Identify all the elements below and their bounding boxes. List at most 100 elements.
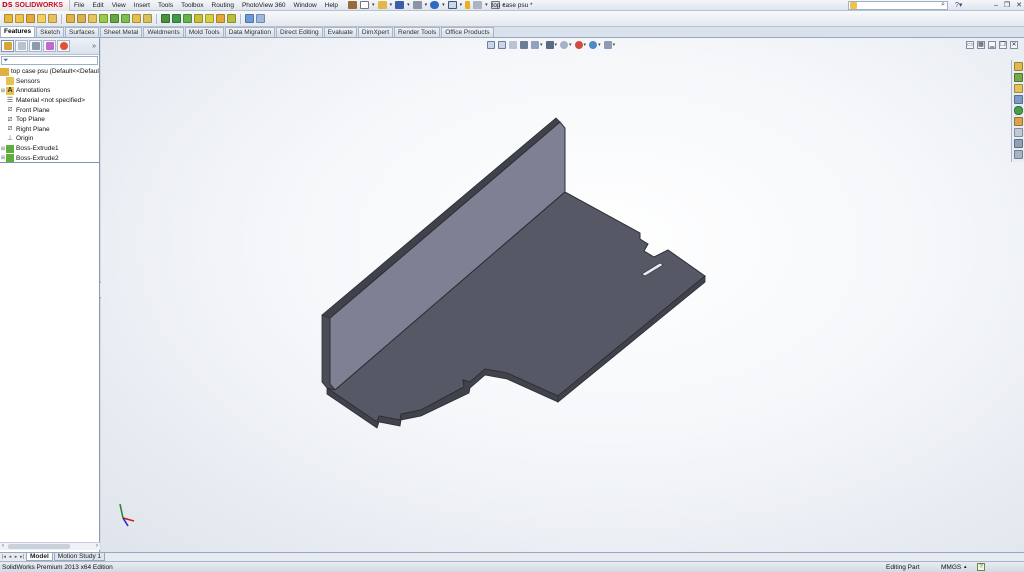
section-view-icon[interactable] xyxy=(520,41,528,49)
chevron-down-icon[interactable]: ▾ xyxy=(540,42,543,48)
chevron-up-icon[interactable]: ▴ xyxy=(964,562,967,572)
wrap-icon[interactable] xyxy=(194,14,203,23)
unit-system-button[interactable]: MMGS xyxy=(941,562,961,572)
graphics-area[interactable]: ▾ ▾ ▾ ▾ ▾ ▾ ▭ ▦ ▁ ❐ ✕ xyxy=(101,38,1024,552)
tab-weldments[interactable]: Weldments xyxy=(143,27,184,37)
menu-photoview[interactable]: PhotoView 360 xyxy=(238,0,290,11)
tab-configuration-manager[interactable] xyxy=(29,40,42,52)
task-scheduler-icon[interactable] xyxy=(1013,150,1023,159)
last-tab-icon[interactable]: ▸| xyxy=(19,554,25,560)
part-model-view[interactable] xyxy=(101,38,1024,552)
tab-dimxpert-manager[interactable] xyxy=(43,40,56,52)
scroll-left-icon[interactable]: ‹ xyxy=(2,543,4,549)
custom-properties-icon[interactable] xyxy=(1013,117,1023,126)
tab-sketch[interactable]: Sketch xyxy=(36,27,64,37)
viewport-close-icon[interactable]: ✕ xyxy=(1010,41,1018,49)
zoom-to-fit-icon[interactable] xyxy=(487,41,495,49)
tree-item-boss-extrude1[interactable]: ⊞ Boss-Extrude1 xyxy=(0,144,99,154)
chevron-down-icon[interactable]: ▾ xyxy=(407,2,410,8)
tab-features[interactable]: Features xyxy=(0,26,36,37)
hide-show-items-icon[interactable] xyxy=(560,41,569,49)
swept-boss-icon[interactable] xyxy=(26,14,35,23)
menu-view[interactable]: View xyxy=(108,0,130,11)
solidworks-logo[interactable]: DS SOLIDWORKS xyxy=(0,0,70,11)
draft-icon[interactable] xyxy=(132,14,141,23)
new-document-icon[interactable] xyxy=(360,1,370,9)
chevron-down-icon[interactable]: ▾ xyxy=(598,42,601,48)
dome-icon[interactable] xyxy=(227,14,236,23)
chevron-down-icon[interactable]: ▾ xyxy=(613,42,616,48)
chevron-down-icon[interactable]: ▾ xyxy=(569,42,572,48)
menu-toolbox[interactable]: Toolbox xyxy=(177,0,207,11)
menu-insert[interactable]: Insert xyxy=(130,0,154,11)
chevron-down-icon[interactable]: ▾ xyxy=(425,2,428,8)
menu-routing[interactable]: Routing xyxy=(208,0,238,11)
chevron-down-icon[interactable]: ▾ xyxy=(584,42,587,48)
viewport-restore-icon[interactable]: ▭ xyxy=(966,41,974,49)
solidworks-forum-icon[interactable] xyxy=(1013,128,1023,137)
menu-edit[interactable]: Edit xyxy=(88,0,107,11)
chevron-down-icon[interactable]: ▾ xyxy=(485,2,488,8)
toolbox-icon[interactable] xyxy=(1013,139,1023,148)
chevron-down-icon[interactable]: ▾ xyxy=(372,2,375,8)
instant3d-icon[interactable] xyxy=(183,14,192,23)
print-icon[interactable] xyxy=(412,1,422,9)
curves-icon[interactable] xyxy=(172,14,181,23)
tab-display-manager[interactable] xyxy=(57,40,70,52)
edit-appearance-icon[interactable] xyxy=(574,41,583,49)
tab-motion-study[interactable]: Motion Study 1 xyxy=(53,553,106,561)
tree-item-origin[interactable]: ⊥ Origin xyxy=(0,134,99,144)
tree-root[interactable]: top case psu (Default<<Defaul xyxy=(0,67,99,77)
mirror-icon[interactable] xyxy=(216,14,225,23)
solidworks-resources-icon[interactable] xyxy=(1013,62,1023,71)
view-palette-icon[interactable] xyxy=(1013,95,1023,104)
boundary-boss-icon[interactable] xyxy=(48,14,57,23)
tree-item-top-plane[interactable]: ⧄ Top Plane xyxy=(0,115,99,125)
measure-icon[interactable] xyxy=(245,14,254,23)
search-icon[interactable]: ⌕ xyxy=(941,1,945,9)
lofted-boss-icon[interactable] xyxy=(37,14,46,23)
horizontal-scrollbar[interactable]: ‹ › xyxy=(0,542,100,550)
menu-tools[interactable]: Tools xyxy=(154,0,177,11)
viewport-maximize-icon[interactable]: ❐ xyxy=(999,41,1007,49)
fillet-icon[interactable] xyxy=(99,14,108,23)
chevron-down-icon[interactable]: ▾ xyxy=(555,42,558,48)
intersect-icon[interactable] xyxy=(205,14,214,23)
zoom-to-area-icon[interactable] xyxy=(498,41,506,49)
search-scope-icon[interactable] xyxy=(850,2,857,9)
design-library-icon[interactable] xyxy=(1013,73,1023,82)
tab-sheet-metal[interactable]: Sheet Metal xyxy=(99,27,143,37)
menu-window[interactable]: Window xyxy=(290,0,321,11)
menu-file[interactable]: File xyxy=(70,0,88,11)
tab-surfaces[interactable]: Surfaces xyxy=(64,27,99,37)
apply-scene-icon[interactable] xyxy=(589,41,598,49)
hole-wizard-icon[interactable] xyxy=(77,14,86,23)
pin-icon[interactable] xyxy=(348,1,358,9)
tab-render-tools[interactable]: Render Tools xyxy=(394,27,441,37)
revolved-boss-icon[interactable] xyxy=(15,14,24,23)
tree-item-right-plane[interactable]: ⧄ Right Plane xyxy=(0,125,99,135)
undo-icon[interactable] xyxy=(430,1,440,9)
minimize-icon[interactable]: – xyxy=(994,0,998,11)
appearances-scenes-icon[interactable] xyxy=(1013,106,1023,115)
tab-property-manager[interactable] xyxy=(15,40,28,52)
options-icon[interactable] xyxy=(490,1,500,9)
viewport-minimize-icon[interactable]: ▁ xyxy=(988,41,996,49)
tab-feature-tree[interactable] xyxy=(1,40,14,52)
revolved-cut-icon[interactable] xyxy=(88,14,97,23)
chevron-down-icon[interactable]: ▾ xyxy=(503,2,506,8)
previous-view-icon[interactable] xyxy=(509,41,517,49)
selection-filter-icon[interactable] xyxy=(256,14,265,23)
traffic-light-icon[interactable] xyxy=(465,1,471,9)
shell-icon[interactable] xyxy=(143,14,152,23)
chevron-down-icon[interactable]: ▾ xyxy=(442,2,445,8)
scrollbar-thumb[interactable] xyxy=(8,544,70,549)
file-explorer-icon[interactable] xyxy=(1013,84,1023,93)
linear-pattern-icon[interactable] xyxy=(110,14,119,23)
extruded-boss-icon[interactable] xyxy=(4,14,13,23)
menu-help[interactable]: Help xyxy=(321,0,342,11)
tree-item-material[interactable]: ☰ Material <not specified> xyxy=(0,96,99,106)
tree-item-front-plane[interactable]: ⧄ Front Plane xyxy=(0,105,99,115)
tab-dimxpert[interactable]: DimXpert xyxy=(357,27,394,37)
tab-office-products[interactable]: Office Products xyxy=(441,27,494,37)
